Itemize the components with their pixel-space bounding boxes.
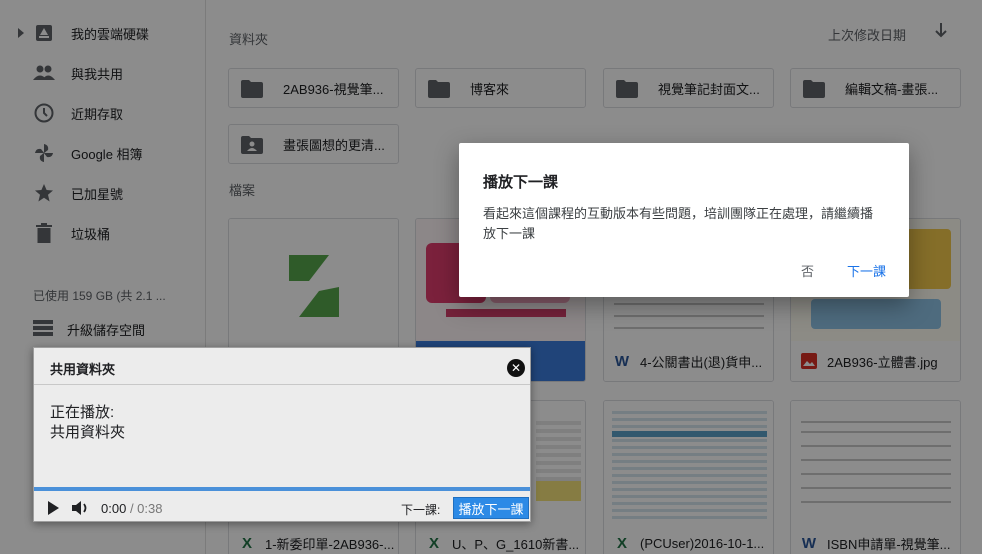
no-button[interactable]: 否 — [801, 261, 814, 280]
media-player-panel: 共用資料夾 ✕ 正在播放: 共用資料夾 0:00 / 0:38 下一課: 播放下… — [33, 347, 531, 522]
time-current: 0:00 — [101, 501, 127, 516]
volume-icon[interactable] — [72, 500, 90, 521]
play-next-lesson-button[interactable]: 播放下一課 — [453, 497, 529, 519]
dialog-title: 播放下一課 — [483, 174, 559, 191]
progress-bar[interactable] — [34, 487, 530, 491]
play-next-dialog: 播放下一課 看起來這個課程的互動版本有些問題，培訓團隊正在處理，請繼續播放下一課… — [459, 143, 909, 297]
time-display: 0:00 / 0:38 — [101, 501, 162, 516]
next-lesson-label: 下一課: — [401, 503, 441, 517]
now-playing-title: 共用資料夾 — [50, 424, 126, 441]
next-lesson-button[interactable]: 下一課 — [847, 261, 886, 280]
now-playing-label: 正在播放: — [50, 404, 115, 421]
play-icon[interactable] — [48, 501, 59, 515]
player-header: 共用資料夾 ✕ — [34, 348, 530, 385]
player-title: 共用資料夾 — [50, 362, 116, 377]
time-total: / 0:38 — [129, 501, 163, 516]
dialog-message: 看起來這個課程的互動版本有些問題，培訓團隊正在處理，請繼續播放下一課 — [483, 206, 874, 241]
close-icon[interactable]: ✕ — [507, 359, 525, 377]
